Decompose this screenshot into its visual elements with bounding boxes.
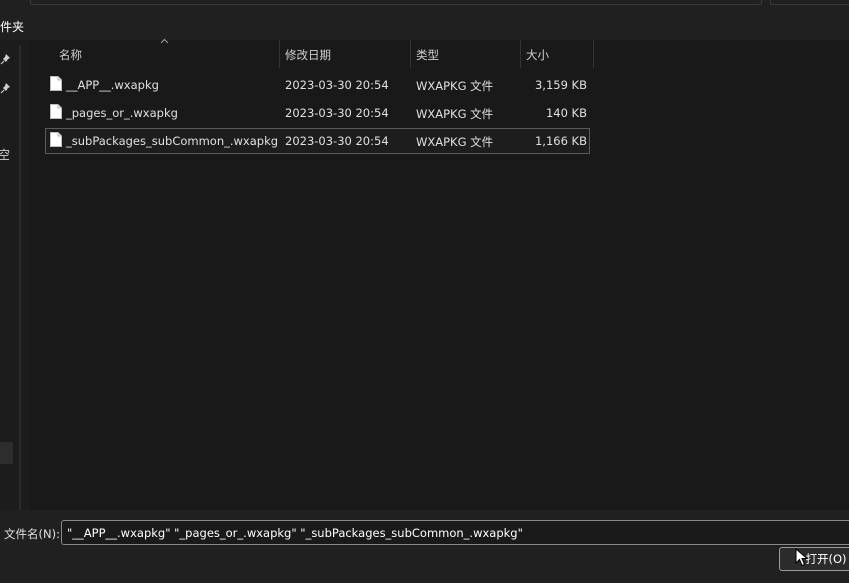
mouse-cursor-icon xyxy=(795,548,809,567)
navigation-pane: 空 xyxy=(0,40,30,510)
column-header-size[interactable]: 大小 xyxy=(526,47,549,63)
column-divider[interactable] xyxy=(410,40,411,68)
pane-splitter[interactable] xyxy=(19,45,21,510)
file-icon xyxy=(50,76,62,91)
filename-input[interactable] xyxy=(61,520,849,545)
dialog-footer: 文件名(N): 打开(O) xyxy=(0,510,849,583)
column-divider[interactable] xyxy=(279,40,280,68)
pin-icon xyxy=(0,83,10,94)
file-icon xyxy=(50,132,62,147)
file-row[interactable]: _subPackages_subCommon_.wxapkg 2023-03-3… xyxy=(45,128,590,154)
column-divider[interactable] xyxy=(520,40,521,68)
column-divider[interactable] xyxy=(593,40,594,68)
column-header-type[interactable]: 类型 xyxy=(416,47,439,63)
file-type: WXAPKG 文件 xyxy=(416,135,494,149)
column-header-modified[interactable]: 修改日期 xyxy=(285,47,331,63)
toolbar: 件夹 xyxy=(0,0,849,40)
nav-item-selected[interactable] xyxy=(0,442,13,464)
filename-label: 文件名(N): xyxy=(4,527,60,541)
search-box[interactable] xyxy=(770,0,849,5)
file-open-dialog: 件夹 空 名称 修改日期 类型 大小 __APP__.wxapkg 2023-0… xyxy=(0,0,849,583)
file-modified: 2023-03-30 20:54 xyxy=(285,134,389,148)
file-type: WXAPKG 文件 xyxy=(416,107,494,121)
file-name: _subPackages_subCommon_.wxapkg xyxy=(66,134,279,148)
file-size: 1,166 KB xyxy=(534,134,587,148)
nav-item-label[interactable]: 空 xyxy=(0,146,10,163)
sort-ascending-icon xyxy=(160,38,169,44)
file-size: 140 KB xyxy=(545,106,587,120)
file-modified: 2023-03-30 20:54 xyxy=(285,78,389,92)
file-row[interactable]: __APP__.wxapkg 2023-03-30 20:54 WXAPKG 文… xyxy=(45,72,590,98)
open-button[interactable]: 打开(O) xyxy=(779,547,849,571)
list-header: 名称 修改日期 类型 大小 xyxy=(30,38,595,68)
file-icon xyxy=(50,104,62,119)
file-modified: 2023-03-30 20:54 xyxy=(285,106,389,120)
file-size: 3,159 KB xyxy=(534,78,587,92)
address-bar[interactable] xyxy=(30,0,762,5)
file-type: WXAPKG 文件 xyxy=(416,79,494,93)
pin-icon xyxy=(0,54,10,65)
new-folder-button[interactable]: 件夹 xyxy=(0,18,24,35)
file-row[interactable]: _pages_or_.wxapkg 2023-03-30 20:54 WXAPK… xyxy=(45,100,590,126)
file-name: __APP__.wxapkg xyxy=(66,78,159,92)
file-name: _pages_or_.wxapkg xyxy=(66,106,178,120)
file-list: 名称 修改日期 类型 大小 __APP__.wxapkg 2023-03-30 … xyxy=(30,38,849,510)
column-header-name[interactable]: 名称 xyxy=(59,47,82,63)
